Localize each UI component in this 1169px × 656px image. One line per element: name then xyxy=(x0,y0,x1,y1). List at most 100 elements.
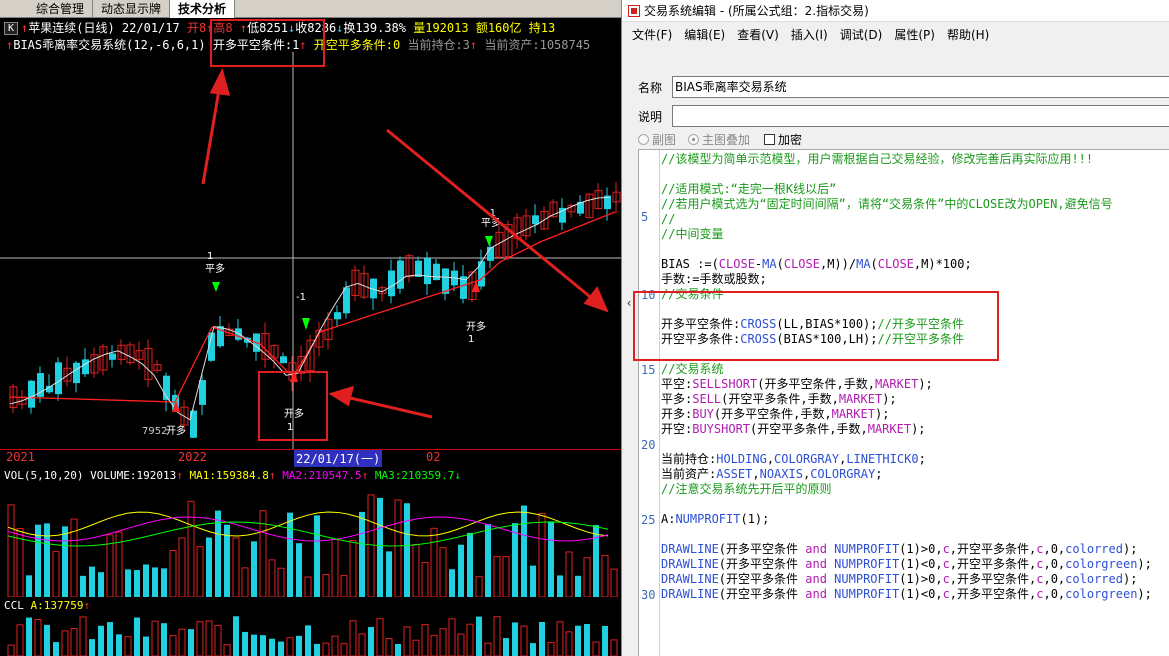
volume-bar xyxy=(467,532,473,597)
code-line: BIAS :=(CLOSE-MA(CLOSE,M))/MA(CLOSE,M)*1… xyxy=(661,257,972,271)
current-holding: 当前持仓:3 xyxy=(407,38,470,52)
volume-bar xyxy=(52,551,60,597)
menu-edit[interactable]: 编辑(E) xyxy=(678,26,731,43)
description-field[interactable] xyxy=(672,105,1169,127)
ccl-bar xyxy=(251,634,257,656)
candle-down xyxy=(199,380,206,405)
ccl-bar xyxy=(26,617,32,656)
menu-bar: 文件(F) 编辑(E) 查看(V) 插入(I) 调试(D) 属性(P) 帮助(H… xyxy=(622,22,1169,46)
vol-ma1: MA1:159384.8 xyxy=(189,469,269,482)
candle-down xyxy=(532,215,539,225)
signal-num-label: -1 xyxy=(486,208,496,219)
candle-down xyxy=(343,287,350,314)
volume-bar xyxy=(322,574,330,597)
open-long-label: 开多 xyxy=(166,424,186,437)
tab-dynamic-board[interactable]: 动态显示牌 xyxy=(93,0,171,18)
volume-bar xyxy=(277,567,285,597)
ccl-bar xyxy=(286,637,294,656)
ccl-bar xyxy=(79,616,87,656)
line-number: 5 xyxy=(641,210,649,224)
name-label: 名称 xyxy=(638,81,663,95)
ccl-bar xyxy=(151,620,159,656)
highlight-box-code xyxy=(633,291,999,361)
volume-bar xyxy=(610,568,618,597)
ccl-bar xyxy=(7,644,15,656)
date-month-02: 02 xyxy=(426,450,441,464)
ccl-bar xyxy=(196,621,204,656)
volume-bar xyxy=(421,562,429,597)
cond-open-short: 开空平多条件:0 xyxy=(313,38,401,52)
green-arrow-down-icon xyxy=(485,236,493,246)
volume-bar xyxy=(538,513,546,597)
formula-editor-window[interactable]: 交易系统编辑 - (所属公式组：2.指标交易) 文件(F) 编辑(E) 查看(V… xyxy=(621,0,1169,656)
candle-down xyxy=(433,263,440,281)
quote-turnover: 换139.38% xyxy=(343,21,406,35)
code-line: 平空:SELLSHORT(开多平空条件,手数,MARKET); xyxy=(661,377,933,391)
ccl-info: CCL A:137759↑ xyxy=(4,599,91,612)
ccl-bar xyxy=(16,624,24,656)
menu-view[interactable]: 查看(V) xyxy=(731,26,785,43)
tab-technical-analysis[interactable]: 技术分析 xyxy=(170,0,236,18)
open-long-label: 开多 xyxy=(466,320,486,333)
code-line: //注意交易系统先开后平的原则 xyxy=(661,482,832,496)
volume-bar xyxy=(287,512,293,597)
price-chart[interactable]: 1平多-1开多1平多-1开多17952开多 xyxy=(0,52,621,449)
option-encrypt[interactable]: 加密 xyxy=(764,131,802,148)
volume-bar xyxy=(386,551,392,597)
name-field[interactable]: BIAS乖离率交易系统 xyxy=(672,76,1169,98)
ccl-bar xyxy=(70,628,78,656)
ccl-bar xyxy=(358,633,366,656)
candle-down xyxy=(424,258,431,285)
tab-general-management[interactable]: 综合管理 xyxy=(0,0,94,18)
ccl-bar xyxy=(565,631,573,656)
menu-file[interactable]: 文件(F) xyxy=(626,26,678,43)
candle-down xyxy=(28,380,35,408)
ccl-bar xyxy=(116,634,122,656)
volume-bar xyxy=(134,570,140,597)
volume-bar xyxy=(251,541,257,597)
ccl-bar xyxy=(376,618,384,656)
quote-volume: 量192013 xyxy=(413,21,469,35)
code-line: //适用模式:“走完一根K线以后” xyxy=(661,182,837,196)
volume-bar xyxy=(367,494,375,597)
ccl-chart[interactable] xyxy=(0,613,621,656)
menu-properties[interactable]: 属性(P) xyxy=(888,26,941,43)
ccl-bar xyxy=(34,619,42,656)
code-line: DRAWLINE(开空平多条件 and NUMPROFIT(1)>0,c,开多平… xyxy=(661,572,1138,586)
radio-sub-chart[interactable] xyxy=(638,134,649,145)
k-icon[interactable]: K xyxy=(4,22,18,35)
signal-num-label: 1 xyxy=(207,251,213,262)
option-main-overlay[interactable]: 主图叠加 xyxy=(688,131,750,148)
quote-close: 收8286 xyxy=(295,21,337,35)
volume-bar xyxy=(359,511,365,597)
checkbox-encrypt[interactable] xyxy=(764,134,775,145)
green-arrow-down-icon xyxy=(302,318,310,330)
formula-bar: ↑BIAS乖离率交易系统(12,-6,6,1) 开多平空条件:1↑ 开空平多条件… xyxy=(6,38,591,52)
volume-info: VOL(5,10,20) VOLUME:192013↑ MA1:159384.8… xyxy=(4,469,462,482)
volume-bar xyxy=(485,524,491,597)
ccl-bar xyxy=(476,616,482,656)
volume-bar xyxy=(314,515,320,597)
volume-bar xyxy=(593,525,599,597)
menu-insert[interactable]: 插入(I) xyxy=(785,26,834,43)
volume-chart[interactable] xyxy=(0,484,621,597)
menu-help[interactable]: 帮助(H) xyxy=(941,26,995,43)
vol-ma2: MA2:210547.5 xyxy=(282,469,362,482)
line-number: 20 xyxy=(641,438,656,452)
volume-bar xyxy=(512,523,518,597)
top-tabs: 综合管理 动态显示牌 技术分析 xyxy=(0,0,621,18)
ccl-bar xyxy=(493,616,501,656)
chart-panel[interactable]: 综合管理 动态显示牌 技术分析 K ↑苹果连续(日线) 22/01/17 开8↑高… xyxy=(0,0,621,656)
volume-bar xyxy=(502,556,510,597)
volume-bar xyxy=(340,575,348,597)
cursor-date: 22/01/17(一) xyxy=(294,450,383,467)
radio-main-overlay[interactable] xyxy=(688,134,699,145)
option-sub-chart[interactable]: 副图 xyxy=(638,131,676,148)
menu-debug[interactable]: 调试(D) xyxy=(834,26,889,43)
volume-bar xyxy=(62,526,68,597)
options-row: 副图 主图叠加 加密 xyxy=(622,129,1169,147)
quote-date: 22/01/17 xyxy=(121,21,180,35)
ccl-bar xyxy=(205,620,213,656)
volume-bar xyxy=(241,567,249,597)
code-editor[interactable]: 5 10 15 20 25 30 //该模型为简单示范模型，用户需根据自己交易经… xyxy=(638,149,1169,656)
